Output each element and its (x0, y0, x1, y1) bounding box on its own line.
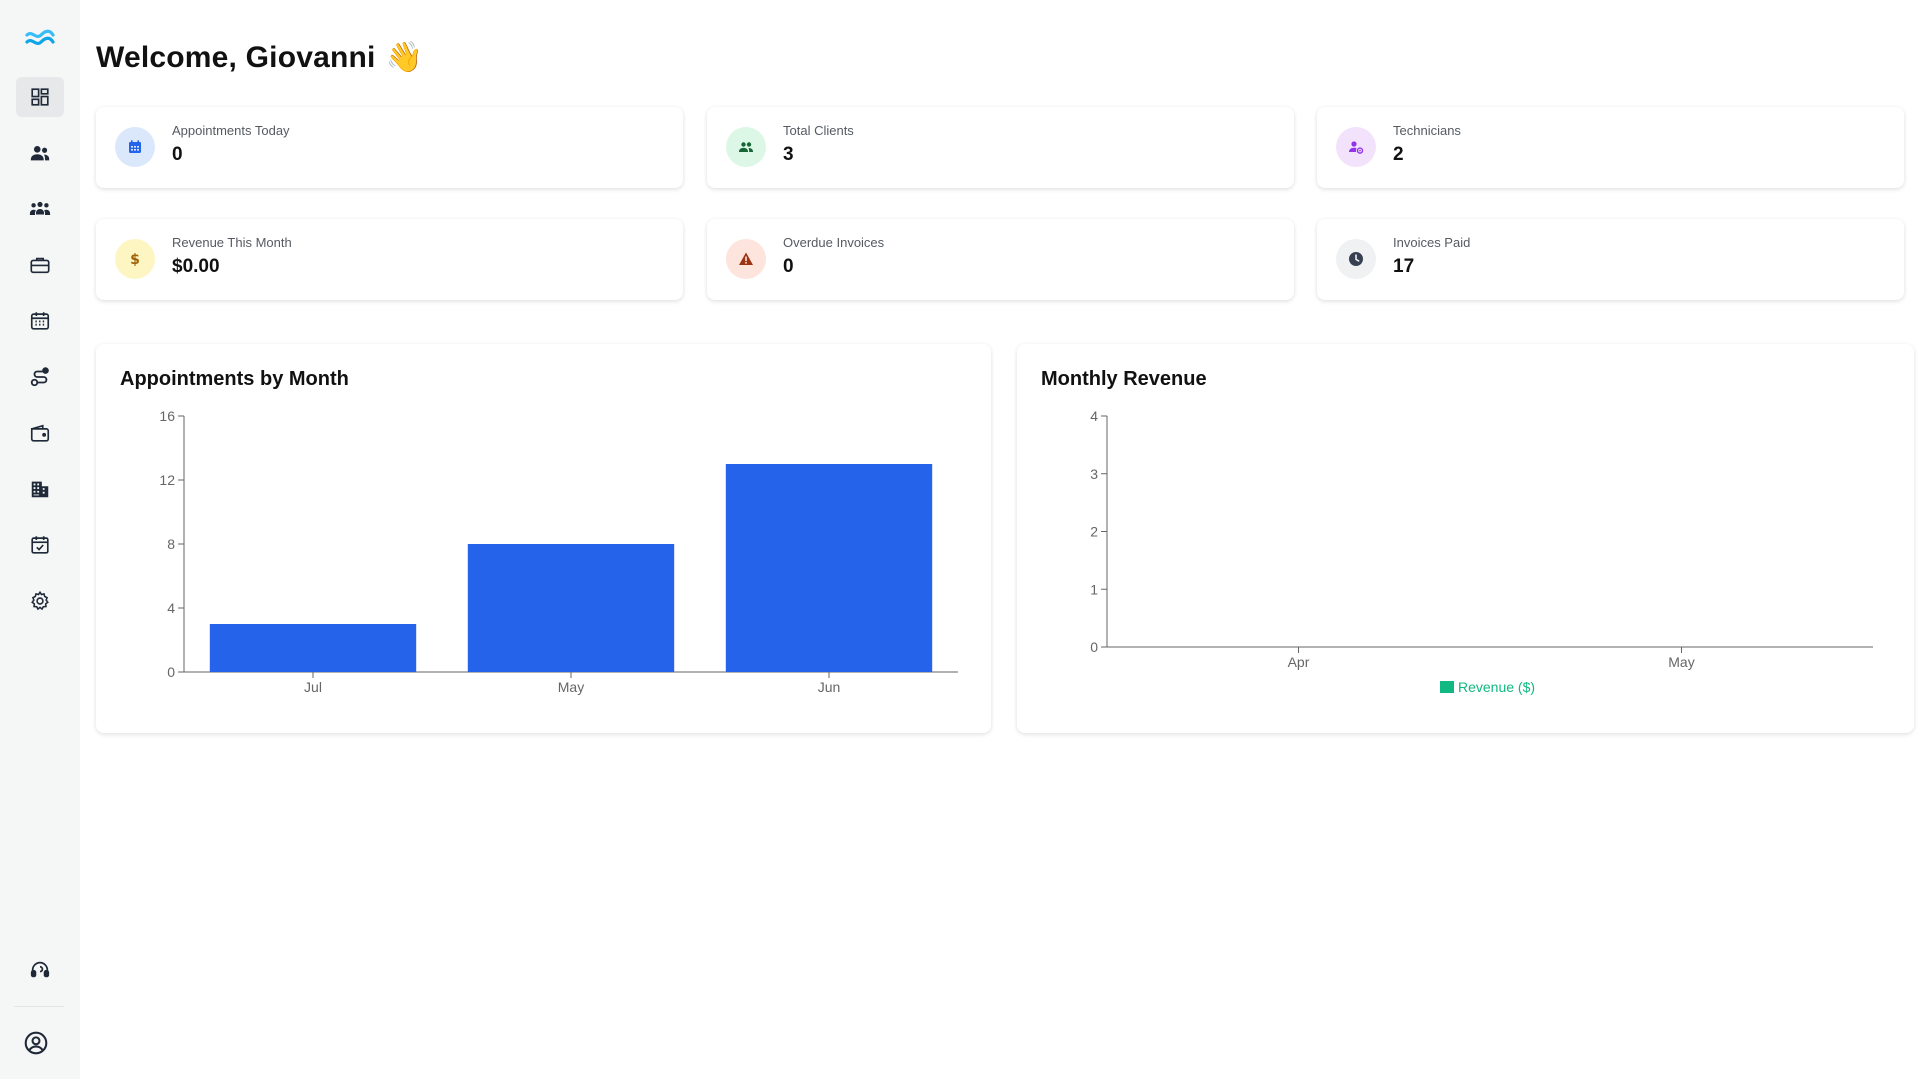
wallet-icon (30, 424, 50, 442)
x-tick-label: Apr (1288, 654, 1310, 670)
briefcase-icon (30, 257, 50, 274)
welcome-text: Welcome, Giovanni (96, 40, 376, 74)
appointments-chart-card: Appointments by Month 0 4 8 12 16 Jul May Jun (96, 344, 991, 733)
calendar-check-icon (31, 536, 49, 554)
building-icon (31, 481, 49, 498)
sidebar-item-routes[interactable] (16, 357, 64, 397)
stat-label: Invoices Paid (1393, 235, 1471, 250)
calendar-icon (129, 140, 141, 153)
appointments-bar-chart: 0 4 8 12 16 Jul May Jun (159, 408, 958, 695)
stat-icon-bg (1336, 239, 1376, 279)
stat-label: Appointments Today (172, 123, 290, 138)
stat-card-technicians: Technicians 2 (1317, 107, 1904, 188)
users-icon (739, 142, 753, 152)
sidebar-divider (14, 1006, 64, 1007)
stat-card-appointments-today: Appointments Today 0 (96, 107, 683, 188)
y-tick-label: 8 (167, 536, 175, 552)
stat-card-overdue-invoices: Overdue Invoices 0 (707, 219, 1294, 300)
legend-label: Revenue ($) (1458, 679, 1535, 695)
sidebar-item-schedule[interactable] (16, 525, 64, 565)
dashboard-icon (31, 88, 49, 106)
clock-icon (1349, 252, 1363, 266)
stat-icon-bg (726, 239, 766, 279)
stat-value: 3 (783, 144, 794, 165)
account-icon (24, 1031, 48, 1055)
main-content: Welcome, Giovanni 👋 Appointments Today 0… (80, 0, 1919, 1079)
route-icon (30, 367, 49, 387)
sidebar-item-calendar[interactable] (16, 301, 64, 341)
legend-swatch (1440, 681, 1454, 693)
sidebar-item-clients[interactable] (16, 133, 64, 173)
stat-card-total-clients: Total Clients 3 (707, 107, 1294, 188)
revenue-chart-card: Monthly Revenue 0 1 2 3 4 Apr May Revenue ($) (1017, 344, 1914, 733)
y-tick-label: 3 (1090, 466, 1098, 482)
bar (725, 464, 933, 672)
sidebar (0, 0, 80, 1079)
logo-wave-icon[interactable] (24, 26, 56, 50)
y-tick-label: 0 (1090, 639, 1098, 655)
wave-emoji: 👋 (385, 40, 424, 75)
y-tick-label: 4 (1090, 408, 1098, 424)
account-button[interactable] (12, 1023, 60, 1063)
warning-icon (739, 252, 753, 265)
dollar-icon: $ (130, 252, 140, 267)
bar (467, 544, 675, 672)
stat-value: 17 (1393, 256, 1415, 277)
stat-icon-bg: $ (115, 239, 155, 279)
x-tick-label: May (1668, 654, 1694, 670)
user-gear-icon (1349, 141, 1364, 154)
sidebar-item-support[interactable] (16, 950, 64, 990)
stat-value: 0 (172, 144, 183, 165)
x-tick-label: Jul (304, 679, 322, 695)
stat-label: Revenue This Month (172, 235, 292, 250)
sidebar-item-settings[interactable] (16, 581, 64, 621)
svg-text:$: $ (130, 252, 140, 267)
gear-icon (31, 590, 49, 611)
stat-value: 2 (1393, 144, 1404, 165)
groups-icon (29, 201, 51, 216)
stat-value: 0 (783, 256, 794, 277)
stat-label: Total Clients (783, 123, 854, 138)
stat-label: Overdue Invoices (783, 235, 885, 250)
calendar-icon (30, 312, 50, 330)
stat-icon-bg (726, 127, 766, 167)
stat-label: Technicians (1393, 123, 1461, 138)
users-icon (30, 146, 50, 161)
page-title: Welcome, Giovanni 👋 (96, 40, 423, 75)
bar (209, 624, 417, 672)
y-tick-label: 2 (1090, 524, 1098, 540)
sidebar-item-dashboard[interactable] (16, 77, 64, 117)
stat-icon-bg (115, 127, 155, 167)
sidebar-item-services[interactable] (16, 245, 64, 285)
x-tick-label: Jun (818, 679, 841, 695)
y-tick-label: 1 (1090, 581, 1098, 597)
sidebar-item-companies[interactable] (16, 469, 64, 509)
sidebar-item-wallet[interactable] (16, 413, 64, 453)
y-tick-label: 16 (159, 408, 175, 424)
y-tick-label: 0 (167, 664, 175, 680)
stat-icon-bg (1336, 127, 1376, 167)
y-tick-label: 12 (159, 472, 175, 488)
stat-card-revenue-this-month: $ Revenue This Month $0.00 (96, 219, 683, 300)
support-icon (30, 961, 50, 978)
revenue-bar-chart: 0 1 2 3 4 Apr May Revenue ($) (1090, 408, 1873, 695)
app: Welcome, Giovanni 👋 Appointments Today 0… (0, 0, 1919, 1079)
sidebar-item-groups[interactable] (16, 189, 64, 229)
x-tick-label: May (558, 679, 584, 695)
stat-value: $0.00 (172, 256, 220, 277)
stat-card-invoices-paid: Invoices Paid 17 (1317, 219, 1904, 300)
y-tick-label: 4 (167, 600, 175, 616)
